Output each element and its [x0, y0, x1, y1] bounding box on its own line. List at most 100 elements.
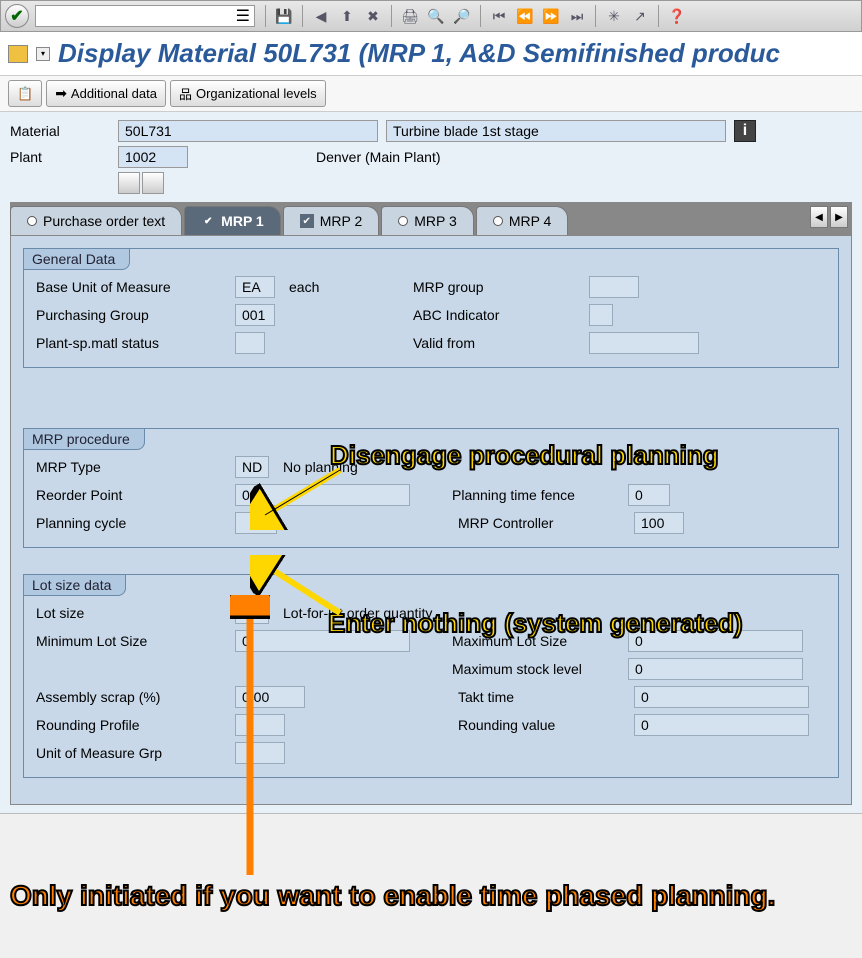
takt-field[interactable] — [634, 686, 809, 708]
exit-icon[interactable]: ⬆ — [335, 4, 359, 28]
tab-scroll-right[interactable]: ▶ — [830, 206, 848, 228]
additional-data-button[interactable]: ➡Additional data — [46, 80, 166, 107]
mrp-type-label: MRP Type — [34, 459, 229, 475]
plant-status-label: Plant-sp.matl status — [34, 335, 229, 351]
lot-size-text: Lot-for-lot order quantity — [275, 605, 440, 621]
org-levels-button[interactable]: 品Organizational levels — [170, 80, 326, 107]
plan-fence-label: Planning time fence — [452, 487, 622, 503]
assembly-label: Assembly scrap (%) — [34, 689, 229, 705]
new-session-icon[interactable]: ✳ — [602, 4, 626, 28]
takt-label: Takt time — [458, 689, 628, 705]
purch-group-field[interactable] — [235, 304, 275, 326]
info-icon[interactable]: i — [734, 120, 756, 142]
groupbox-general-data: General Data Base Unit of Measure each M… — [23, 248, 839, 368]
groupbox-title: Lot size data — [23, 574, 126, 596]
buom-field[interactable] — [235, 276, 275, 298]
rounding-val-label: Rounding value — [458, 717, 628, 733]
enter-button[interactable]: ✔ — [5, 4, 29, 28]
valid-from-label: Valid from — [413, 335, 583, 351]
valid-from-field[interactable] — [589, 332, 699, 354]
org-icon: 品 — [179, 84, 192, 103]
save-icon[interactable]: 💾 — [272, 4, 296, 28]
min-lot-field[interactable] — [235, 630, 410, 652]
check-icon: ✔ — [300, 214, 314, 228]
material-field[interactable] — [118, 120, 378, 142]
back-icon[interactable]: ◀ — [309, 4, 333, 28]
tab-purchase-order-text[interactable]: Purchase order text — [10, 206, 182, 235]
tab-mrp3[interactable]: MRP 3 — [381, 206, 474, 235]
radio-icon — [493, 216, 503, 226]
check-icon: ✔ — [201, 214, 215, 228]
uom-grp-field[interactable] — [235, 742, 285, 764]
find-icon[interactable]: 🔍 — [424, 4, 448, 28]
annotation-3: Only initiated if you want to enable tim… — [10, 880, 830, 912]
title-bar: ▾ Display Material 50L731 (MRP 1, A&D Se… — [0, 32, 862, 76]
rounding-val-field[interactable] — [634, 714, 809, 736]
header-fields: Material i Plant Denver (Main Plant) Pur… — [0, 112, 862, 814]
tabstrip: Purchase order text ✔MRP 1 ✔MRP 2 MRP 3 … — [10, 202, 852, 235]
reorder-label: Reorder Point — [34, 487, 229, 503]
max-lot-field[interactable] — [628, 630, 803, 652]
mrp-type-text: No planning — [275, 459, 366, 475]
command-field[interactable]: ☰ — [35, 5, 255, 27]
uom-grp-label: Unit of Measure Grp — [34, 745, 229, 761]
plant-field[interactable] — [118, 146, 188, 168]
transaction-icon — [8, 45, 28, 63]
max-lot-label: Maximum Lot Size — [452, 633, 622, 649]
abc-field[interactable] — [589, 304, 613, 326]
rounding-prof-label: Rounding Profile — [34, 717, 229, 733]
controller-label: MRP Controller — [458, 515, 628, 531]
controller-field[interactable] — [634, 512, 684, 534]
app-toolbar: 📋 ➡Additional data 品Organizational level… — [0, 76, 862, 112]
radio-icon — [27, 216, 37, 226]
radio-icon — [398, 216, 408, 226]
arrow-right-icon: ➡ — [55, 85, 67, 102]
min-lot-label: Minimum Lot Size — [34, 633, 229, 649]
reorder-field[interactable] — [235, 484, 410, 506]
doc-button[interactable] — [142, 172, 164, 194]
buom-label: Base Unit of Measure — [34, 279, 229, 295]
plan-fence-field[interactable] — [628, 484, 670, 506]
groupbox-lot-size: Lot size data Lot size Lot-for-lot order… — [23, 574, 839, 778]
rounding-prof-field[interactable] — [235, 714, 285, 736]
buom-text: each — [281, 279, 371, 295]
plant-label: Plant — [10, 149, 110, 165]
abc-label: ABC Indicator — [413, 307, 583, 323]
tab-content-mrp1: General Data Base Unit of Measure each M… — [10, 235, 852, 805]
prev-page-icon[interactable]: ⏪ — [513, 4, 537, 28]
groupbox-mrp-procedure: MRP procedure MRP Type No planning Reord… — [23, 428, 839, 548]
print-icon[interactable]: 🖨 — [398, 4, 422, 28]
link-button[interactable] — [118, 172, 140, 194]
mrp-group-field[interactable] — [589, 276, 639, 298]
lot-size-field[interactable] — [235, 602, 269, 624]
plan-cycle-label: Planning cycle — [34, 515, 229, 531]
tab-scroll-left[interactable]: ◀ — [810, 206, 828, 228]
plan-cycle-field[interactable] — [235, 512, 277, 534]
material-label: Material — [10, 123, 110, 139]
next-page-icon[interactable]: ⏩ — [539, 4, 563, 28]
max-stock-label: Maximum stock level — [452, 661, 622, 677]
groupbox-title: General Data — [23, 248, 130, 270]
toggle-button[interactable]: 📋 — [8, 80, 42, 107]
max-stock-field[interactable] — [628, 658, 803, 680]
tab-mrp1[interactable]: ✔MRP 1 — [184, 206, 281, 235]
first-page-icon[interactable]: ⏮ — [487, 4, 511, 28]
tab-mrp2[interactable]: ✔MRP 2 — [283, 206, 380, 235]
plant-status-field[interactable] — [235, 332, 265, 354]
last-page-icon[interactable]: ⏭ — [565, 4, 589, 28]
mrp-group-label: MRP group — [413, 279, 583, 295]
page-title: Display Material 50L731 (MRP 1, A&D Semi… — [58, 38, 780, 69]
find-next-icon[interactable]: 🔎 — [450, 4, 474, 28]
material-desc-field[interactable] — [386, 120, 726, 142]
purch-group-label: Purchasing Group — [34, 307, 229, 323]
help-icon[interactable]: ❓ — [665, 4, 689, 28]
menu-dropdown-icon[interactable]: ▾ — [36, 47, 50, 61]
dropdown-icon: ☰ — [236, 6, 250, 26]
plant-desc: Denver (Main Plant) — [316, 149, 441, 165]
tab-mrp4[interactable]: MRP 4 — [476, 206, 569, 235]
groupbox-title: MRP procedure — [23, 428, 145, 450]
assembly-field[interactable] — [235, 686, 305, 708]
cancel-icon[interactable]: ✖ — [361, 4, 385, 28]
shortcut-icon[interactable]: ↗ — [628, 4, 652, 28]
mrp-type-field[interactable] — [235, 456, 269, 478]
